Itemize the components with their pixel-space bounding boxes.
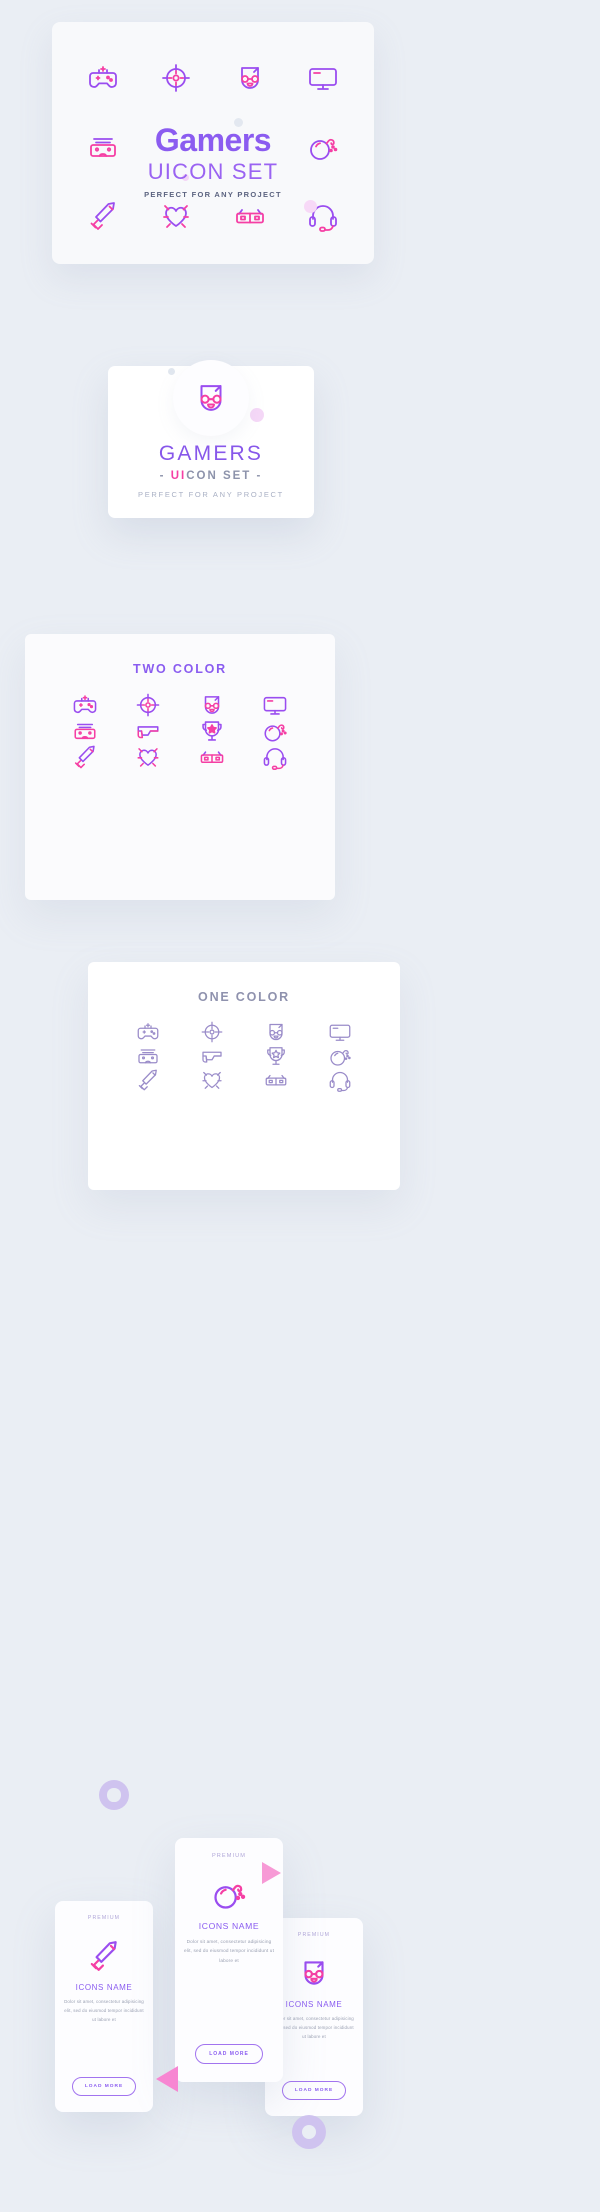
logo-title: GAMERS <box>158 442 264 465</box>
decor-dot-pink <box>250 408 264 422</box>
icon-monitor[interactable] <box>308 1020 372 1044</box>
premium-badge: PREMIUM <box>211 1853 247 1859</box>
icon-gamepad[interactable] <box>116 1020 180 1044</box>
icon-gamepad[interactable] <box>66 44 140 113</box>
icon-broken-heart[interactable] <box>117 744 181 770</box>
icon-monitor[interactable] <box>244 692 308 718</box>
icon-sword[interactable] <box>66 181 140 250</box>
section-two-color: TWO COLOR <box>25 634 335 900</box>
icon-trophy[interactable] <box>180 718 244 744</box>
poster-canvas: Gamers UICON SET PERFECT FOR ANY PROJECT… <box>0 0 600 2212</box>
decor-triangle-left <box>156 2066 178 2092</box>
premium-card-left[interactable]: PREMIUM ICONS NAME Dolor sit amet, conse… <box>55 1901 153 2112</box>
icon-gamer-head[interactable] <box>244 1020 308 1044</box>
logo-set-suffix: - <box>251 470 263 482</box>
icon-sword[interactable] <box>53 744 117 770</box>
icon-pistol[interactable] <box>180 1044 244 1068</box>
hero-card: Gamers UICON SET PERFECT FOR ANY PROJECT <box>52 22 374 264</box>
icon-3d-glasses[interactable] <box>180 744 244 770</box>
icon-broken-heart[interactable] <box>140 181 214 250</box>
decor-dot-gray <box>168 368 175 375</box>
gamer-head-icon <box>200 385 222 411</box>
section-one-color: ONE COLOR <box>88 962 400 1190</box>
decor-ring-top <box>99 1780 129 1810</box>
icon-gamer-head[interactable] <box>180 692 244 718</box>
icon-headset[interactable] <box>287 181 361 250</box>
icon-bomb[interactable] <box>287 113 361 182</box>
icon-gamepad[interactable] <box>53 692 117 718</box>
section-title: ONE COLOR <box>198 990 290 1004</box>
icon-sword[interactable] <box>116 1068 180 1092</box>
premium-badge: PREMIUM <box>87 1915 121 1921</box>
logo-tagline: PERFECT FOR ANY PROJECT <box>138 490 284 499</box>
decor-ring-bottom <box>292 2115 326 2149</box>
load-more-button[interactable]: LOAD MORE <box>195 2044 263 2064</box>
card-body: Dolor sit amet, consectetur adipisicing … <box>183 1939 275 1963</box>
icon-bomb[interactable] <box>244 718 308 744</box>
load-more-button[interactable]: LOAD MORE <box>72 2077 136 2096</box>
icon-crosshair[interactable] <box>117 692 181 718</box>
logo-icon-circle <box>173 360 249 436</box>
icon-vr-headset[interactable] <box>53 718 117 744</box>
decor-triangle-right <box>262 1862 281 1884</box>
icon-pistol[interactable] <box>117 718 181 744</box>
icon-3d-glasses[interactable] <box>213 181 287 250</box>
logo-set-ui: UI <box>170 470 187 482</box>
card-title: ICONS NAME <box>198 1921 260 1931</box>
decor-dot-pink-small <box>182 174 189 181</box>
logo-set-rest: CON SET <box>186 470 252 482</box>
logo-set-prefix: - <box>159 470 171 482</box>
icon-3d-glasses[interactable] <box>244 1068 308 1092</box>
icon-gamer-head[interactable] <box>213 44 287 113</box>
decor-dot-pink-large <box>304 200 317 213</box>
icon-headset[interactable] <box>244 744 308 770</box>
section-title: TWO COLOR <box>133 662 227 676</box>
icon-vr-headset[interactable] <box>116 1044 180 1068</box>
icon-headset[interactable] <box>308 1068 372 1092</box>
logo-card: GAMERS - UICON SET - PERFECT FOR ANY PRO… <box>108 360 314 518</box>
hero-title-spacer-a <box>140 113 214 182</box>
icon-monitor[interactable] <box>287 44 361 113</box>
logo-subtitle: - UICON SET - <box>108 470 314 482</box>
card-title: ICONS NAME <box>75 1983 133 1992</box>
icon-broken-heart[interactable] <box>180 1068 244 1092</box>
hero-title-spacer-b <box>213 113 287 182</box>
card-body: Dolor sit amet, consectetur adipisicing … <box>64 1999 144 2022</box>
icon-crosshair[interactable] <box>140 44 214 113</box>
load-more-button[interactable]: LOAD MORE <box>282 2081 346 2100</box>
sword-icon <box>55 1935 153 1977</box>
icon-bomb[interactable] <box>308 1044 372 1068</box>
one-color-icon-grid <box>88 1004 400 1118</box>
icon-crosshair[interactable] <box>180 1020 244 1044</box>
hero-icon-grid <box>52 22 374 264</box>
decor-dot-gray <box>234 118 243 127</box>
icon-trophy[interactable] <box>244 1044 308 1068</box>
icon-vr-headset[interactable] <box>66 113 140 182</box>
two-color-icon-grid <box>25 676 335 796</box>
